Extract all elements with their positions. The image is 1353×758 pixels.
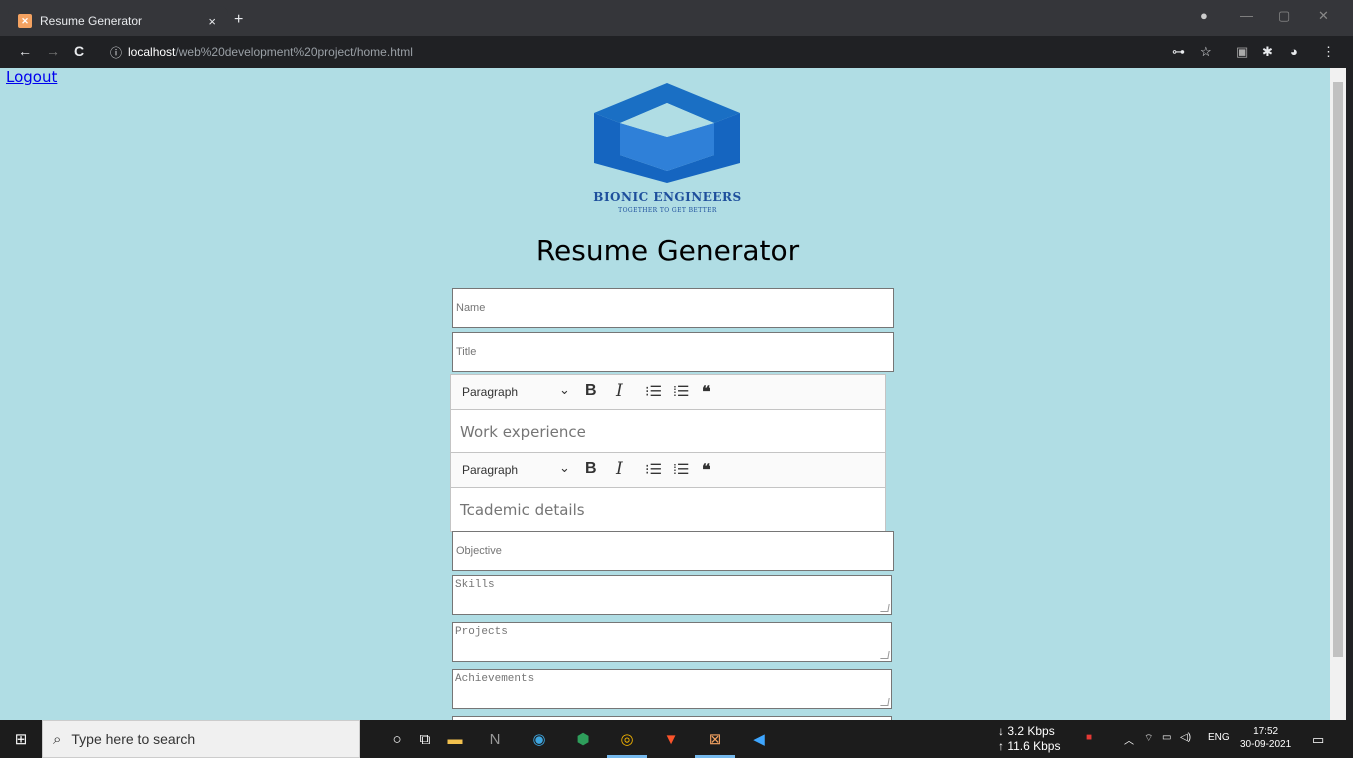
resize-grip-icon[interactable] bbox=[880, 698, 890, 706]
clock-date: 30-09-2021 bbox=[1240, 739, 1292, 750]
editor-toolbar: Paragraph ⌄ B I ⁝☰ ⁞☰ ❝ bbox=[451, 375, 885, 410]
objective-input[interactable]: Objective bbox=[452, 531, 894, 571]
url-path: /web%20development%20project/home.html bbox=[175, 45, 413, 59]
work-experience-input[interactable]: Work experience bbox=[451, 410, 885, 453]
name-input[interactable]: Name bbox=[452, 288, 894, 328]
tray-expand-icon[interactable]: ︿ bbox=[1124, 732, 1134, 747]
bold-icon[interactable]: B bbox=[585, 382, 597, 400]
battery-icon[interactable]: ▭ bbox=[1162, 732, 1171, 743]
bionic-engineers-logo-icon bbox=[594, 83, 740, 183]
bulleted-list-icon[interactable]: ⁝☰ bbox=[645, 461, 662, 478]
chrome-icon[interactable]: ◎ bbox=[616, 728, 638, 750]
search-placeholder: Type here to search bbox=[71, 731, 196, 747]
numbered-list-icon[interactable]: ⁞☰ bbox=[673, 383, 689, 400]
numbered-list-icon[interactable]: ⁞☰ bbox=[673, 461, 689, 478]
browser-tab-strip: ✕ Resume Generator × + ● — ▢ ✕ bbox=[0, 0, 1353, 36]
achievements-textarea[interactable]: Achievements bbox=[452, 669, 892, 709]
chevron-down-icon[interactable]: ⌄ bbox=[559, 382, 570, 398]
file-explorer-icon[interactable]: ▬ bbox=[444, 728, 466, 750]
search-icon: ⌕ bbox=[53, 730, 62, 748]
xampp-icon[interactable]: ⊠ bbox=[704, 728, 726, 750]
new-tab-button[interactable]: + bbox=[234, 11, 243, 29]
brand-name: BIONIC ENGINEERS bbox=[593, 190, 742, 204]
page-content: Logout BIONIC ENGINEERS TOGETHER TO GET … bbox=[0, 68, 1330, 720]
windows-taskbar: ⊞ ⌕ Type here to search ○ ⧉ ▬ N ◉ ⬢ ◎ ▼ … bbox=[0, 720, 1353, 758]
menu-icon[interactable]: ⋮ bbox=[1322, 44, 1335, 60]
app-green-icon[interactable]: ⬢ bbox=[572, 728, 594, 750]
toolbar: ← → C ⓘ localhost /web%20development%20p… bbox=[0, 36, 1353, 68]
netspeed-indicator-icon: ■ bbox=[1086, 732, 1093, 743]
address-bar[interactable]: ⓘ localhost /web%20development%20project… bbox=[100, 40, 1160, 64]
key-icon[interactable]: ⊶ bbox=[1172, 44, 1185, 60]
blockquote-icon[interactable]: ❝ bbox=[702, 382, 711, 402]
brave-icon[interactable]: ▼ bbox=[660, 728, 682, 750]
extension-icon[interactable]: ▣ bbox=[1236, 44, 1248, 60]
url-host: localhost bbox=[128, 45, 176, 59]
reload-icon[interactable]: C bbox=[74, 43, 84, 59]
task-view-icon[interactable]: ⧉ bbox=[414, 728, 436, 750]
browser-tab[interactable]: ✕ Resume Generator × bbox=[8, 6, 228, 36]
academic-details-input[interactable]: Tcademic details bbox=[451, 488, 885, 531]
achievements-placeholder: Achievements bbox=[455, 673, 535, 685]
title-input[interactable]: Title bbox=[452, 332, 894, 372]
maximize-icon[interactable]: ▢ bbox=[1278, 8, 1290, 24]
network-speed: ↓ 3.2 Kbps ↑ 11.6 Kbps bbox=[998, 724, 1060, 754]
forward-icon[interactable]: → bbox=[46, 43, 60, 59]
info-icon[interactable]: ⓘ bbox=[110, 44, 122, 61]
windows-start-icon[interactable]: ⊞ bbox=[10, 728, 32, 750]
skills-placeholder: Skills bbox=[455, 579, 495, 591]
blockquote-icon[interactable]: ❝ bbox=[702, 460, 711, 480]
tab-close-icon[interactable]: × bbox=[208, 14, 216, 29]
resize-grip-icon[interactable] bbox=[880, 604, 890, 612]
wifi-icon[interactable]: ⌔ bbox=[1144, 732, 1153, 745]
paragraph-format-select[interactable]: Paragraph bbox=[462, 463, 518, 477]
volume-icon[interactable]: ◁) bbox=[1180, 732, 1191, 743]
skills-textarea[interactable]: Skills bbox=[452, 575, 892, 615]
page-title: Resume Generator bbox=[535, 234, 800, 267]
language-indicator[interactable]: ENG bbox=[1208, 732, 1230, 743]
chevron-down-icon[interactable]: ⌄ bbox=[559, 460, 570, 476]
bold-icon[interactable]: B bbox=[585, 460, 597, 478]
tab-title: Resume Generator bbox=[40, 14, 143, 28]
editor-toolbar: Paragraph ⌄ B I ⁝☰ ⁞☰ ❝ bbox=[451, 453, 885, 488]
scrollbar-thumb[interactable] bbox=[1333, 82, 1343, 657]
bulleted-list-icon[interactable]: ⁝☰ bbox=[645, 383, 662, 400]
resize-grip-icon[interactable] bbox=[880, 651, 890, 659]
page-scrollbar[interactable] bbox=[1330, 68, 1346, 720]
projects-placeholder: Projects bbox=[455, 626, 508, 638]
close-window-icon[interactable]: ✕ bbox=[1318, 8, 1329, 24]
star-icon[interactable]: ☆ bbox=[1200, 44, 1212, 60]
minimize-icon[interactable]: — bbox=[1240, 8, 1253, 23]
profile-dot-icon[interactable]: ● bbox=[1200, 8, 1208, 23]
edge-icon[interactable]: ◉ bbox=[528, 728, 550, 750]
italic-icon[interactable]: I bbox=[616, 459, 623, 479]
academic-details-editor: Paragraph ⌄ B I ⁝☰ ⁞☰ ❝ Tcademic details bbox=[450, 452, 886, 532]
notion-icon[interactable]: N bbox=[484, 728, 506, 750]
puzzle-icon[interactable]: ✱ bbox=[1262, 44, 1273, 60]
paragraph-format-select[interactable]: Paragraph bbox=[462, 385, 518, 399]
projects-textarea[interactable]: Projects bbox=[452, 622, 892, 662]
back-icon[interactable]: ← bbox=[18, 43, 32, 59]
avatar[interactable]: ◕ bbox=[1290, 44, 1298, 59]
upload-speed: ↑ 11.6 Kbps bbox=[998, 739, 1061, 753]
work-experience-editor: Paragraph ⌄ B I ⁝☰ ⁞☰ ❝ Work experience bbox=[450, 374, 886, 454]
brand-tagline: TOGETHER TO GET BETTER bbox=[618, 207, 717, 214]
italic-icon[interactable]: I bbox=[616, 381, 623, 401]
logout-link[interactable]: Logout bbox=[6, 68, 57, 86]
vscode-icon[interactable]: ◀ bbox=[748, 728, 770, 750]
taskbar-search[interactable]: ⌕ Type here to search bbox=[42, 720, 360, 758]
clock-time: 17:52 bbox=[1253, 726, 1279, 737]
notification-icon[interactable]: ▭ bbox=[1312, 732, 1324, 748]
cortana-icon[interactable]: ○ bbox=[386, 728, 408, 750]
clock[interactable]: 17:52 30-09-2021 bbox=[1240, 725, 1291, 751]
xampp-favicon-icon: ✕ bbox=[18, 14, 32, 28]
download-speed: ↓ 3.2 Kbps bbox=[998, 724, 1055, 738]
